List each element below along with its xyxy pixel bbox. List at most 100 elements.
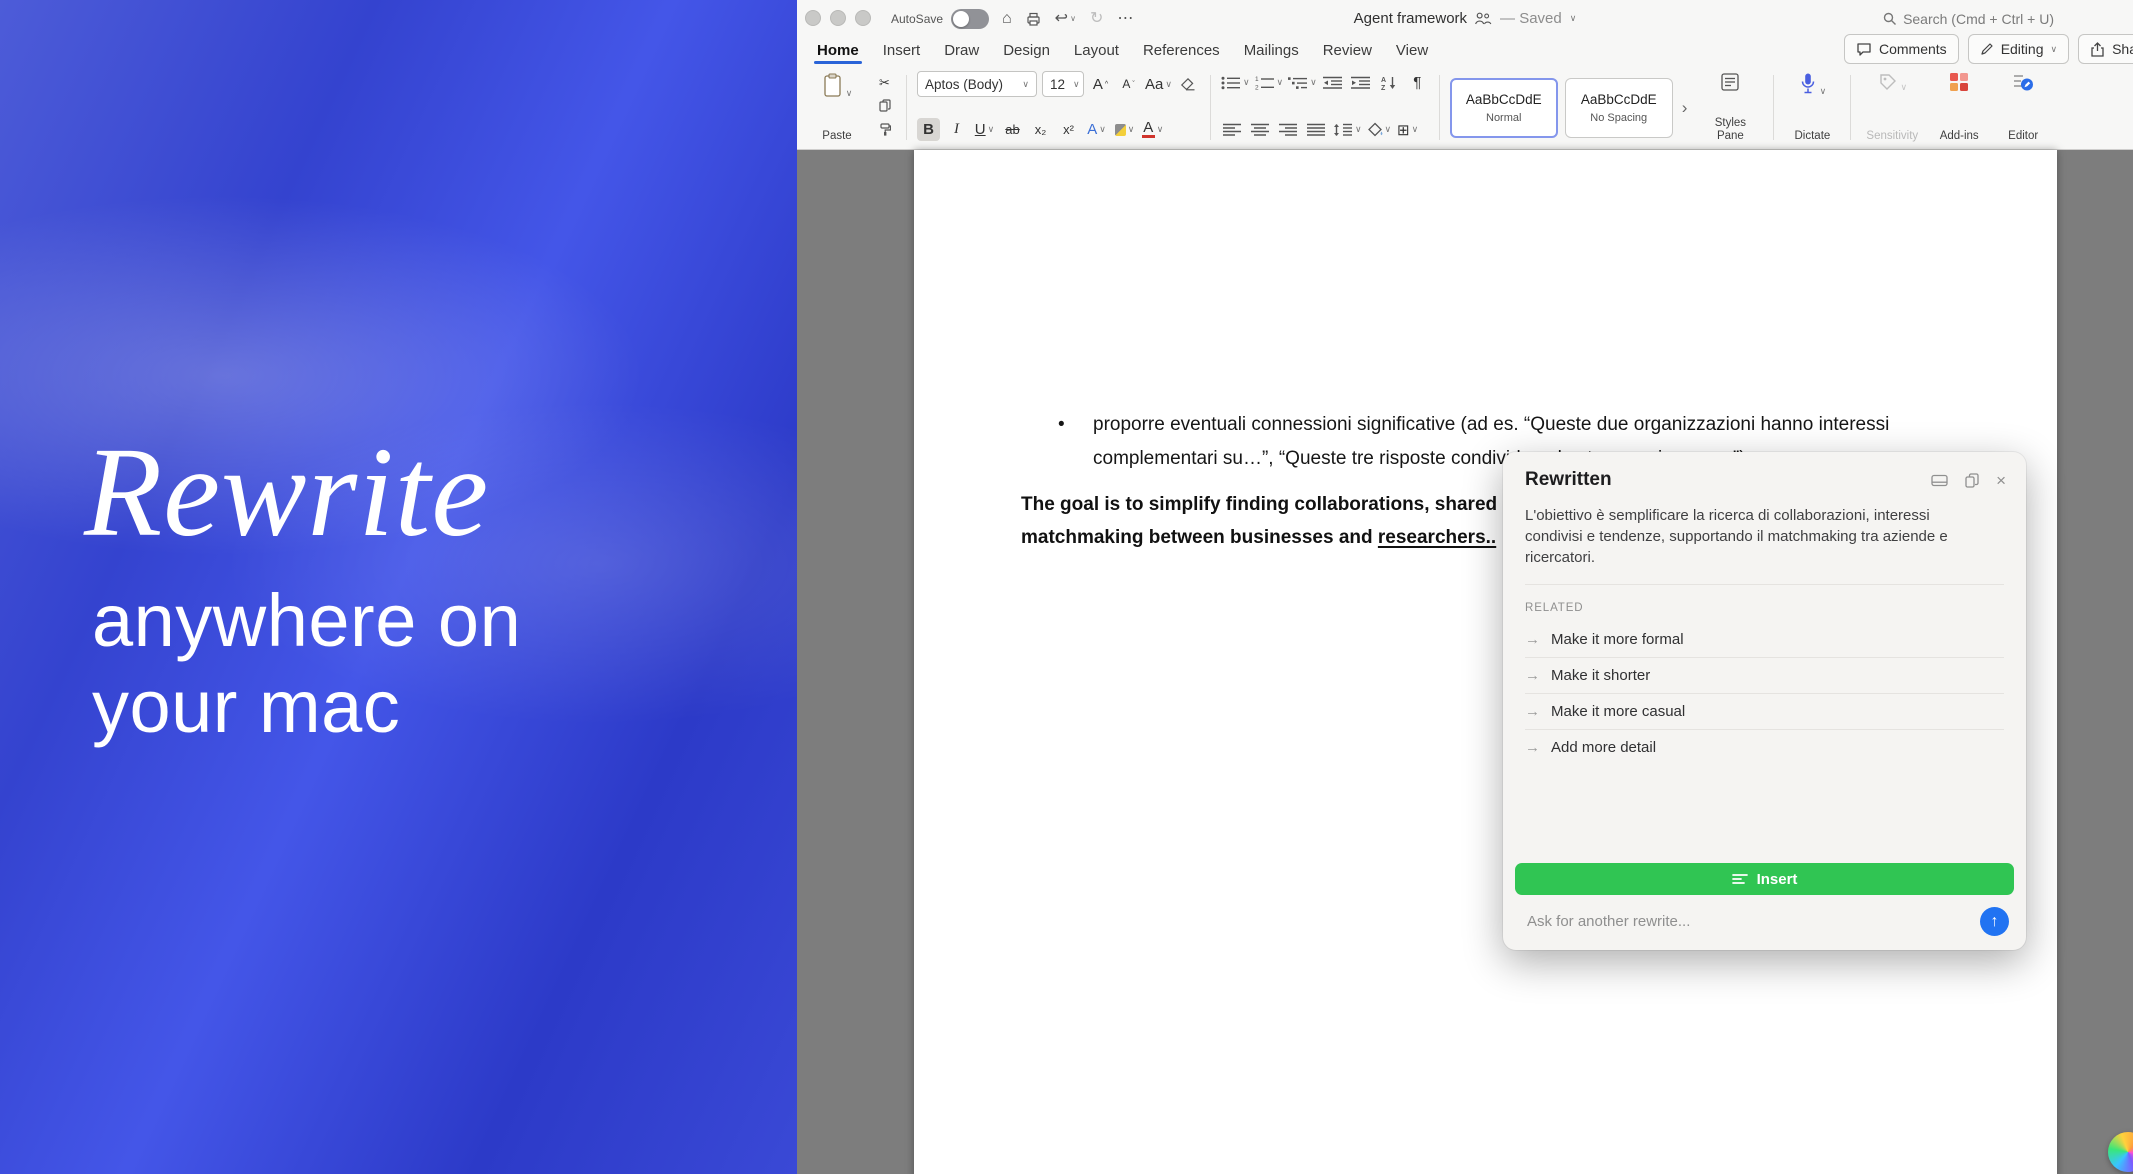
tab-review[interactable]: Review (1311, 37, 1384, 64)
send-button[interactable]: ↑ (1980, 907, 2009, 936)
case-label: Aa (1145, 76, 1163, 93)
font-color-button[interactable]: A ∨ (1141, 118, 1164, 141)
strikethrough-button[interactable]: ab (1001, 118, 1024, 141)
bold-button[interactable]: B (917, 118, 940, 141)
shrink-font-button[interactable]: Aˇ (1117, 73, 1140, 96)
multilevel-list-button[interactable]: ∨ (1288, 71, 1317, 94)
chevron-down-icon: ∨ (1128, 125, 1135, 134)
highlight-button[interactable]: ∨ (1113, 118, 1136, 141)
justify-button[interactable] (1305, 118, 1328, 141)
tab-insert[interactable]: Insert (871, 37, 933, 64)
promo-title: Rewrite (84, 428, 489, 556)
tab-design[interactable]: Design (991, 37, 1062, 64)
paste-button[interactable]: ∨ Paste (809, 69, 865, 146)
style-name: No Spacing (1590, 112, 1647, 124)
tab-layout[interactable]: Layout (1062, 37, 1131, 64)
subscript-button[interactable]: x₂ (1029, 118, 1052, 141)
styles-pane-button[interactable]: Styles Pane (1697, 69, 1763, 146)
bullet-list-button[interactable]: ∨ (1221, 71, 1250, 94)
shading-button[interactable]: ∨ (1367, 118, 1392, 141)
align-right-button[interactable] (1277, 118, 1300, 141)
redo-button[interactable]: ↻ (1090, 11, 1103, 27)
chevron-down-icon: ∨ (1070, 15, 1076, 23)
sort-button[interactable]: AZ (1378, 71, 1401, 94)
styles-gallery-next-button[interactable]: › (1680, 98, 1690, 118)
option-label: Make it shorter (1551, 667, 1650, 684)
close-window-button[interactable] (805, 10, 821, 26)
styles-gallery: AaBbCcDdE Normal AaBbCcDdE No Spacing › (1450, 69, 1690, 146)
tab-row-actions: Comments Editing ∨ Share (1844, 34, 2133, 64)
editing-mode-button[interactable]: Editing ∨ (1968, 34, 2069, 64)
minimize-window-button[interactable] (830, 10, 846, 26)
close-icon[interactable]: × (1996, 472, 2006, 489)
insert-button[interactable]: Insert (1515, 863, 2014, 895)
editor-button[interactable]: Editor (1995, 69, 2051, 146)
option-make-it-more-casual[interactable]: → Make it more casual (1525, 694, 2004, 730)
chevron-down-icon[interactable]: ∨ (1570, 14, 1577, 23)
print-icon[interactable] (1026, 12, 1041, 26)
italic-button[interactable]: I (945, 118, 968, 141)
ribbon-tabs: Home Insert Draw Design Layout Reference… (805, 37, 1440, 64)
justify-icon (1307, 123, 1326, 137)
style-no-spacing[interactable]: AaBbCcDdE No Spacing (1565, 78, 1673, 138)
align-center-button[interactable] (1249, 118, 1272, 141)
undo-button[interactable]: ↩∨ (1055, 11, 1076, 27)
borders-button[interactable]: ⊞∨ (1396, 118, 1419, 141)
copy-button[interactable] (873, 97, 896, 114)
goal-text-underlined[interactable]: researchers.. (1378, 527, 1496, 548)
style-name: Normal (1486, 112, 1521, 124)
window-icon[interactable] (1931, 474, 1948, 487)
dictate-button[interactable]: ∨ Dictate (1784, 69, 1840, 146)
svg-text:1: 1 (1255, 76, 1259, 83)
line-spacing-button[interactable]: ∨ (1333, 118, 1362, 141)
tab-references[interactable]: References (1131, 37, 1232, 64)
tab-view[interactable]: View (1384, 37, 1440, 64)
home-icon[interactable]: ⌂ (1002, 11, 1012, 27)
increase-indent-button[interactable] (1350, 71, 1373, 94)
copy-icon[interactable] (1965, 473, 1979, 488)
underline-label: U (975, 121, 986, 138)
cut-button[interactable]: ✂ (873, 74, 896, 91)
caret-up-icon: ^ (1105, 81, 1108, 88)
option-label: Add more detail (1551, 739, 1656, 756)
search-control[interactable]: Search (Cmd + Ctrl + U) (1883, 0, 2054, 37)
more-toolbar-button[interactable]: ⋯ (1117, 11, 1133, 27)
option-make-it-shorter[interactable]: → Make it shorter (1525, 658, 2004, 694)
option-make-it-more-formal[interactable]: → Make it more formal (1525, 622, 2004, 658)
style-normal[interactable]: AaBbCcDdE Normal (1450, 78, 1558, 138)
grow-font-button[interactable]: A^ (1089, 73, 1112, 96)
clear-formatting-button[interactable] (1177, 73, 1200, 96)
tab-home[interactable]: Home (805, 37, 871, 64)
underline-button[interactable]: U∨ (973, 118, 996, 141)
styles-pane-icon (1720, 72, 1740, 92)
font-name-select[interactable]: Aptos (Body) ∨ (917, 71, 1037, 97)
addins-button[interactable]: Add-ins (1931, 69, 1987, 146)
editing-label: Editing (2001, 41, 2044, 57)
scissors-icon: ✂ (879, 75, 890, 91)
text-effects-button[interactable]: A∨ (1085, 118, 1108, 141)
editor-label: Editor (2008, 130, 2038, 143)
numbered-list-button[interactable]: 12 ∨ (1255, 71, 1284, 94)
shared-people-icon[interactable] (1475, 12, 1492, 25)
show-paragraph-marks-button[interactable]: ¶ (1406, 71, 1429, 94)
decrease-indent-button[interactable] (1322, 71, 1345, 94)
align-left-button[interactable] (1221, 118, 1244, 141)
tab-mailings[interactable]: Mailings (1232, 37, 1311, 64)
share-button[interactable]: Share (2078, 34, 2133, 64)
clipboard-icon: ∨ (822, 72, 853, 98)
comments-button[interactable]: Comments (1844, 34, 1959, 64)
autosave-toggle[interactable] (951, 9, 989, 29)
change-case-button[interactable]: Aa∨ (1145, 73, 1172, 96)
format-painter-button[interactable] (873, 121, 896, 138)
ask-rewrite-input[interactable] (1525, 912, 1970, 931)
font-size-select[interactable]: 12 ∨ (1042, 71, 1084, 97)
tab-draw[interactable]: Draw (932, 37, 991, 64)
ribbon: ∨ Paste ✂ Aptos (Body) ∨ (797, 64, 2133, 150)
document-title-group: Agent framework — Saved ∨ (1354, 0, 1577, 37)
superscript-button[interactable]: x² (1057, 118, 1080, 141)
promo-subtitle-line2: your mac (92, 664, 521, 750)
sensitivity-button[interactable]: ∨ Sensitivity (1861, 69, 1923, 146)
zoom-window-button[interactable] (855, 10, 871, 26)
caret-down-icon: ˇ (1132, 81, 1134, 88)
option-add-more-detail[interactable]: → Add more detail (1525, 730, 2004, 765)
